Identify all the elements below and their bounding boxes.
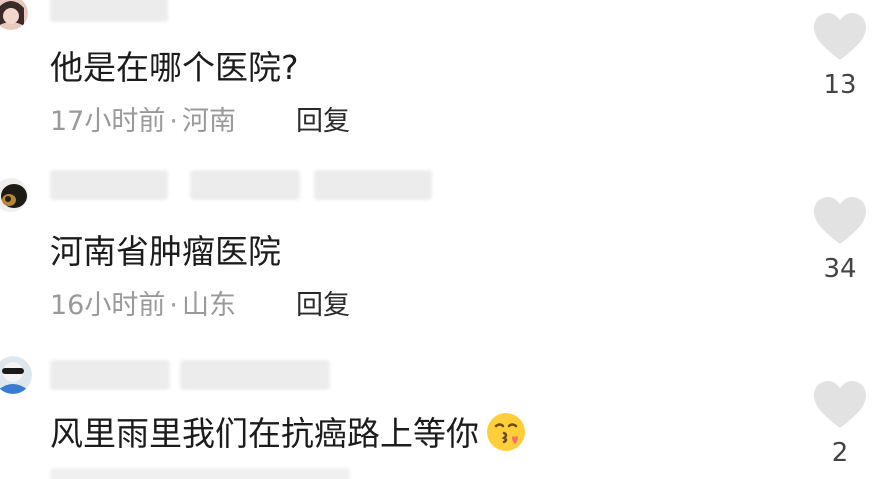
like-button[interactable] xyxy=(812,12,868,62)
comment-location: 河南 xyxy=(181,106,236,137)
heart-icon xyxy=(814,13,866,60)
user-avatar-icon xyxy=(0,178,28,212)
heart-icon xyxy=(814,381,866,428)
avatar[interactable] xyxy=(0,178,28,212)
meta-separator: · xyxy=(169,290,178,321)
heart-icon xyxy=(814,197,866,244)
username-redacted xyxy=(314,170,432,200)
comment-time: 17小时前 xyxy=(50,106,166,137)
like-count: 34 xyxy=(823,254,857,284)
user-avatar-icon xyxy=(0,356,32,394)
comment-time: 16小时前 xyxy=(50,290,166,321)
like-count: 13 xyxy=(823,70,857,100)
user-avatar-icon xyxy=(0,0,28,30)
avatar[interactable] xyxy=(0,0,28,30)
username-redacted xyxy=(50,360,170,390)
comment-meta: 16小时前 · 山东 xyxy=(50,290,236,322)
comment-text: 他是在哪个医院? xyxy=(50,48,299,87)
username-redacted xyxy=(50,0,168,22)
username-redacted xyxy=(190,170,300,200)
reply-button[interactable]: 回复 xyxy=(296,106,350,138)
username-redacted xyxy=(50,170,168,200)
comment-meta: 17小时前 · 河南 xyxy=(50,106,236,138)
reply-button[interactable]: 回复 xyxy=(296,290,350,322)
face-blowing-kiss-emoji xyxy=(487,412,525,451)
meta-separator: · xyxy=(169,106,178,137)
comment-text-content: 风里雨里我们在抗癌路上等你 xyxy=(50,414,479,453)
comment-location: 山东 xyxy=(181,290,236,321)
avatar[interactable] xyxy=(0,356,32,394)
comment-text: 风里雨里我们在抗癌路上等你 xyxy=(50,412,527,454)
like-count: 2 xyxy=(831,438,849,468)
comment-list: 他是在哪个医院? 17小时前 · 河南 回复 13 河南省肿瘤医院 16小时前 · 山东 xyxy=(0,0,882,479)
comment-text: 河南省肿瘤医院 xyxy=(50,232,281,271)
username-redacted xyxy=(180,360,330,390)
like-button[interactable] xyxy=(812,196,868,246)
meta-redacted xyxy=(50,468,350,479)
like-button[interactable] xyxy=(812,380,868,430)
